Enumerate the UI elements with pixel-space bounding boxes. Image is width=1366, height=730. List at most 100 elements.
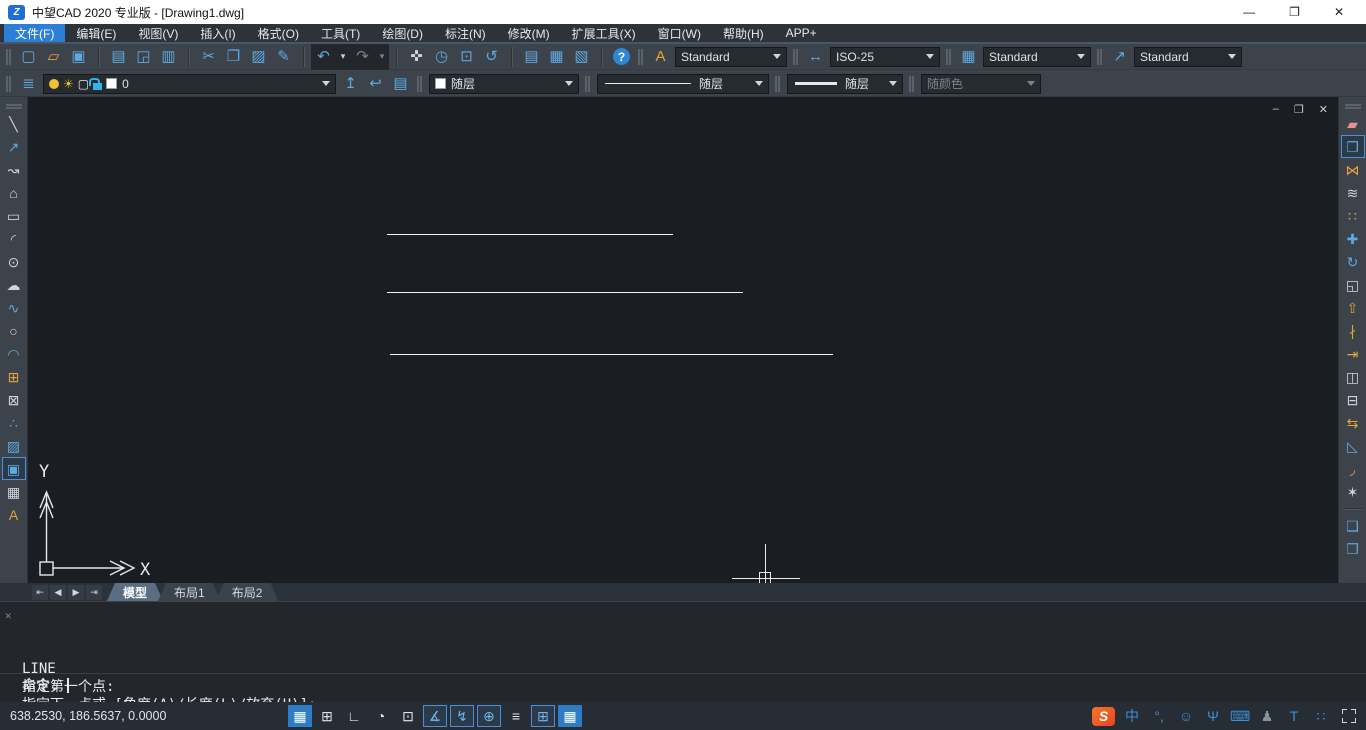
drawn-line[interactable] <box>390 354 833 355</box>
construction-line-icon[interactable]: ↗ <box>2 135 26 158</box>
line-icon[interactable]: ╲ <box>2 112 26 135</box>
insert-block-icon[interactable]: ⊞ <box>2 365 26 388</box>
menu-item[interactable]: 格式(O) <box>247 24 310 42</box>
object-snap-toggle[interactable]: ⊡ <box>396 705 420 727</box>
child-restore-button[interactable]: ❐ <box>1294 103 1304 116</box>
redo-dropdown-icon[interactable]: ▾ <box>375 44 389 70</box>
toolbar-grip[interactable] <box>793 49 795 65</box>
menu-item[interactable]: 窗口(W) <box>647 24 712 42</box>
make-object-layer-current-icon[interactable]: ↥ <box>338 72 363 96</box>
toolbar-grip[interactable] <box>1345 104 1361 106</box>
first-tab-button[interactable]: ⇤ <box>32 585 48 600</box>
menu-item[interactable]: 修改(M) <box>497 24 561 42</box>
dimension-style-select[interactable]: ISO-25 <box>830 47 940 67</box>
drawing-canvas[interactable]: –❐✕ Y X <box>28 97 1338 583</box>
circle-icon[interactable]: ⊙ <box>2 250 26 273</box>
viewport-toggle[interactable]: ▦ <box>558 705 582 727</box>
fullscreen-icon[interactable] <box>1342 709 1356 723</box>
emoji-icon[interactable]: ☺ <box>1176 706 1196 726</box>
toolbar-grip[interactable] <box>417 76 419 92</box>
new-icon[interactable]: ▢ <box>16 45 41 69</box>
menu-item[interactable]: 工具(T) <box>310 24 371 42</box>
drawn-line[interactable] <box>387 292 743 293</box>
array-icon[interactable]: ∷ <box>1341 204 1365 227</box>
toolbar-grip[interactable] <box>775 76 777 92</box>
table-icon[interactable]: ▦ <box>2 480 26 503</box>
toolbar-grip[interactable] <box>6 49 8 65</box>
ortho-toggle[interactable]: ∟ <box>342 705 366 727</box>
dynamic-ucs-toggle[interactable]: ↯ <box>450 705 474 727</box>
rotate-icon[interactable]: ↻ <box>1341 250 1365 273</box>
snap-toggle[interactable]: ⊞ <box>315 705 339 727</box>
polar-toggle[interactable]: ◔ <box>369 705 393 727</box>
format-painter-icon[interactable]: ✎ <box>271 45 296 69</box>
cut-icon[interactable]: ✂ <box>196 45 221 69</box>
join-icon[interactable]: ⇆ <box>1341 411 1365 434</box>
design-center-icon[interactable]: ▦ <box>544 45 569 69</box>
microphone-icon[interactable]: Ψ <box>1203 706 1223 726</box>
layer-states-icon[interactable]: ▤ <box>388 72 413 96</box>
keyboard-icon[interactable]: ⌨ <box>1230 706 1250 726</box>
chinese-mode-icon[interactable]: 中 <box>1122 706 1142 726</box>
trim-icon[interactable]: ∤ <box>1341 319 1365 342</box>
extend-icon[interactable]: ⇥ <box>1341 342 1365 365</box>
zoom-previous-icon[interactable]: ↺ <box>479 45 504 69</box>
erase-icon[interactable]: ▰ <box>1341 112 1365 135</box>
layer-select[interactable]: ☀ ▢ 0 <box>43 74 336 94</box>
print-preview-icon[interactable]: ◲ <box>131 45 156 69</box>
toolbar-grip[interactable] <box>1097 49 1099 65</box>
undo-dropdown-icon[interactable]: ▾ <box>336 44 350 70</box>
drawn-line[interactable] <box>387 234 673 235</box>
next-tab-button[interactable]: ▶ <box>68 585 84 600</box>
mleader-style-select[interactable]: Standard <box>1134 47 1242 67</box>
tool-palettes-icon[interactable]: ▧ <box>569 45 594 69</box>
menu-item[interactable]: 文件(F) <box>4 24 65 42</box>
polygon-icon[interactable]: ⌂ <box>2 181 26 204</box>
rectangle-icon[interactable]: ▭ <box>2 204 26 227</box>
child-close-button[interactable]: ✕ <box>1319 103 1328 116</box>
menu-item[interactable]: 插入(I) <box>189 24 246 42</box>
undo-icon[interactable]: ↶ <box>311 44 336 70</box>
mirror-icon[interactable]: ⋈ <box>1341 158 1365 181</box>
punctuation-icon[interactable]: °, <box>1149 706 1169 726</box>
restore-button[interactable]: ❐ <box>1289 5 1300 19</box>
sogou-input-icon[interactable]: S <box>1092 707 1115 726</box>
offset-icon[interactable]: ≋ <box>1341 181 1365 204</box>
menu-item[interactable]: 绘图(D) <box>371 24 434 42</box>
stretch-icon[interactable]: ⇧ <box>1341 296 1365 319</box>
break-icon[interactable]: ⊟ <box>1341 388 1365 411</box>
help-icon[interactable]: ? <box>609 45 634 69</box>
ellipse-icon[interactable]: ○ <box>2 319 26 342</box>
menu-item[interactable]: 扩展工具(X) <box>561 24 647 42</box>
draw-order-back-icon[interactable]: ❒ <box>1341 537 1365 560</box>
toolbar-grip[interactable] <box>909 76 911 92</box>
open-folder-icon[interactable]: ▱ <box>41 45 66 69</box>
menu-item[interactable]: 编辑(E) <box>65 24 127 42</box>
menu-item[interactable]: 视图(V) <box>127 24 189 42</box>
copy-clipboard-icon[interactable]: ❐ <box>221 45 246 69</box>
lineweight-select[interactable]: 随层 <box>787 74 903 94</box>
scale-icon[interactable]: ◱ <box>1341 273 1365 296</box>
text-style-select[interactable]: Standard <box>675 47 787 67</box>
zoom-window-icon[interactable]: ⊡ <box>454 45 479 69</box>
lineweight-toggle[interactable]: ≡ <box>504 705 528 727</box>
properties-palette-icon[interactable]: ▤ <box>519 45 544 69</box>
hatch-icon[interactable]: ▨ <box>2 434 26 457</box>
child-minimize-button[interactable]: – <box>1273 103 1279 116</box>
layout-tab[interactable]: 布局2 <box>216 583 279 601</box>
print-icon[interactable]: ▤ <box>106 45 131 69</box>
minimize-button[interactable]: — <box>1243 5 1255 19</box>
mtext-icon[interactable]: A <box>2 503 26 526</box>
close-icon[interactable]: ✕ <box>5 609 12 622</box>
region-icon[interactable]: ▣ <box>2 457 26 480</box>
create-block-icon[interactable]: ⊠ <box>2 388 26 411</box>
layout-tab[interactable]: 布局1 <box>158 583 221 601</box>
zoom-realtime-icon[interactable]: ◷ <box>429 45 454 69</box>
fillet-icon[interactable]: ◞ <box>1341 457 1365 480</box>
menu-item[interactable]: 标注(N) <box>434 24 497 42</box>
layer-manager-icon[interactable]: ≣ <box>16 72 41 96</box>
point-icon[interactable]: ∴ <box>2 411 26 434</box>
close-button[interactable]: ✕ <box>1334 5 1344 19</box>
toolbox-icon[interactable]: ∷ <box>1311 706 1331 726</box>
copy-icon[interactable]: ❐ <box>1341 135 1365 158</box>
